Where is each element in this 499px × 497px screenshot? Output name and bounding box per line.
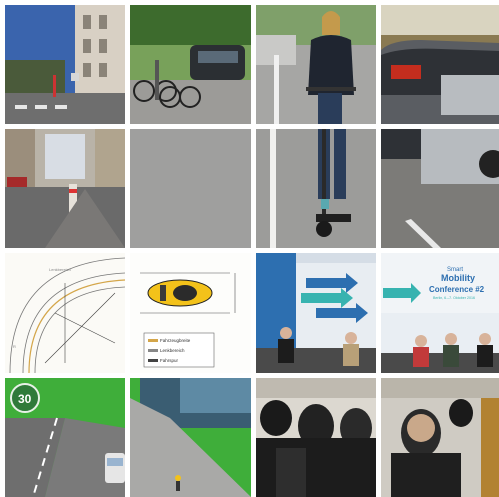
bicycles-photo-icon [130, 5, 251, 124]
conference-title-line1: Mobility [441, 273, 475, 283]
tile-render-cyclist [130, 378, 251, 497]
street-photo-icon [5, 5, 125, 124]
diagram-icon: Lenkbereich R [5, 253, 125, 373]
legend-line-3: Fahrspur [160, 358, 179, 363]
escooter-photo-icon [256, 5, 376, 124]
conference-date: Berlin, 6.–7. Oktober 2016 [433, 296, 475, 300]
conference-photo-icon: Smart Mobility Conference #2 Berlin, 6.–… [381, 253, 499, 373]
photo-grid: Lenkbereich R Fahrzeugbreite Lenkbereich… [0, 0, 499, 497]
tile-pavement [130, 129, 251, 248]
render-icon: 30 [5, 378, 125, 497]
svg-text:R: R [13, 344, 16, 349]
conference-title-line2: Conference #2 [429, 285, 485, 294]
cars-photo-icon [381, 5, 499, 124]
tile-parked-cars-bottom [381, 129, 499, 248]
audience-photo-icon [256, 378, 376, 497]
tile-street-building [5, 5, 125, 124]
render-icon [130, 378, 251, 497]
cars-photo-icon [381, 129, 499, 248]
escooter-photo-icon [256, 129, 376, 248]
audience-photo-icon [381, 378, 499, 497]
tile-woman-escooter-top [256, 5, 376, 124]
conference-photo-icon [256, 253, 376, 373]
tile-parked-cars-top [381, 5, 499, 124]
tile-render-road-sign: 30 [5, 378, 125, 497]
tile-woman-escooter-bottom [256, 129, 376, 248]
legend-line-2: Lenkbereich [160, 348, 185, 353]
speed-badge: 30 [18, 392, 32, 406]
legend-line-1: Fahrzeugbreite [160, 338, 191, 343]
tile-curve-diagram: Lenkbereich R [5, 253, 125, 373]
tile-audience-left [256, 378, 376, 497]
tile-conference-panel-right: Smart Mobility Conference #2 Berlin, 6.–… [381, 253, 499, 373]
diagram-icon: Fahrzeugbreite Lenkbereich Fahrspur [130, 253, 251, 373]
svg-text:Lenkbereich: Lenkbereich [49, 267, 71, 272]
street-photo-icon [5, 129, 125, 248]
tile-bollard-street [5, 129, 125, 248]
pavement-photo-icon [130, 129, 251, 248]
tile-parked-bicycles [130, 5, 251, 124]
tile-audience-right [381, 378, 499, 497]
tile-taxi-diagram: Fahrzeugbreite Lenkbereich Fahrspur [130, 253, 251, 373]
tile-conference-panel-left [256, 253, 376, 373]
